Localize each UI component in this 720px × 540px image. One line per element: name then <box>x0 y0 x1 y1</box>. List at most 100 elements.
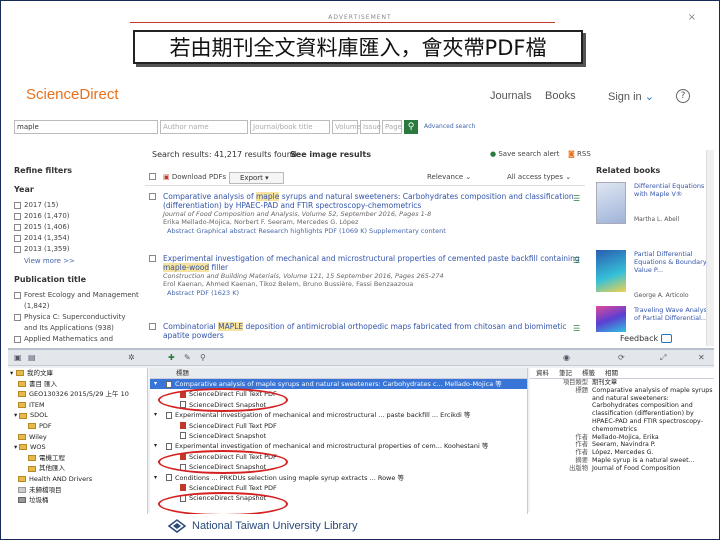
access-dropdown[interactable]: All access types ⌄ <box>507 173 571 181</box>
tree-item[interactable]: Wiley <box>8 432 147 443</box>
field-value[interactable]: 期刊文章 <box>592 379 714 387</box>
fullscreen-icon[interactable]: ⤢ <box>660 353 666 363</box>
checkbox[interactable] <box>149 255 156 262</box>
tree-item[interactable]: Health AND Drivers <box>8 474 147 485</box>
close-icon[interactable]: × <box>688 12 696 23</box>
field-value[interactable]: Mellado-Mojica, Erika <box>592 434 714 442</box>
feedback-button[interactable]: Feedback <box>620 334 673 343</box>
field-value[interactable]: Journal of Food Composition <box>592 465 714 473</box>
item-row[interactable]: ▾ Conditions ... PRKDUs selection using m… <box>150 473 527 483</box>
result-links[interactable]: Abstract Graphical abstract Research hig… <box>145 226 585 236</box>
year-filter[interactable]: 2017 (15) <box>14 200 139 211</box>
year-filter[interactable]: 2016 (1,470) <box>14 211 139 222</box>
tab-tags[interactable]: 標籤 <box>582 368 595 378</box>
folder-icon[interactable]: ▤ <box>28 353 36 362</box>
book-item[interactable]: Differential Equations with Maple V® Mar… <box>596 182 714 240</box>
view-more-link[interactable]: View more >> <box>24 257 139 265</box>
year-filter[interactable]: 2015 (1,406) <box>14 222 139 233</box>
book-item[interactable]: Partial Differential Equations & Boundar… <box>596 250 714 308</box>
tree-item[interactable]: 書目 匯入 <box>8 379 147 390</box>
sync-icon[interactable]: ⟳ <box>618 353 625 362</box>
author-input[interactable]: Author name <box>160 120 248 134</box>
help-icon[interactable]: ? <box>676 89 690 103</box>
result-title[interactable]: Combinatorial MAPLE deposition of antimi… <box>145 322 585 340</box>
checkbox[interactable] <box>14 202 21 209</box>
checkbox[interactable] <box>14 213 21 220</box>
expand-icon[interactable]: ▾ <box>154 410 157 420</box>
image-results-link[interactable]: See image results <box>290 150 371 159</box>
checkbox[interactable] <box>14 336 21 343</box>
tree-item[interactable]: ITEM <box>8 400 147 411</box>
field-value[interactable]: López, Mercedes G. <box>592 449 714 457</box>
field-value[interactable]: Comparative analysis of maple syrups and… <box>592 387 714 434</box>
checkbox[interactable] <box>14 224 21 231</box>
tree-item[interactable]: ▾ SDOL <box>8 410 147 421</box>
related-icon[interactable]: ☰ <box>573 256 580 265</box>
field-value[interactable]: Seeram, Navindra P. <box>592 441 714 449</box>
close-icon[interactable]: ✕ <box>698 353 705 362</box>
related-icon[interactable]: ☰ <box>573 194 580 203</box>
tree-item[interactable]: 未歸檔項目 <box>8 485 147 496</box>
new-collection-icon[interactable]: ▣ <box>14 353 22 362</box>
article-icon <box>166 442 172 450</box>
checkbox[interactable] <box>14 235 21 242</box>
advanced-search-link[interactable]: Advanced search <box>424 123 475 130</box>
expand-icon[interactable]: ▾ <box>154 379 157 389</box>
journal-input[interactable]: Journal/book title <box>250 120 330 134</box>
year-filter[interactable]: 2014 (1,354) <box>14 233 139 244</box>
pub-filter[interactable]: Forest Ecology and Management (1,842) <box>14 290 139 312</box>
export-button[interactable]: Export ▾ <box>229 172 284 184</box>
detail-field: 作者 López, Mercedes G. <box>530 449 714 457</box>
attach-icon[interactable]: ⚲ <box>200 353 206 362</box>
result-title[interactable]: Comparative analysis of maple syrups and… <box>145 192 585 210</box>
result-title[interactable]: Experimental investigation of mechanical… <box>145 254 585 272</box>
keyword-input[interactable]: maple <box>14 120 158 134</box>
tree-item[interactable]: 其他匯入 <box>8 463 147 474</box>
nav-journals[interactable]: Journals <box>490 90 532 102</box>
page-scrollbar[interactable] <box>706 150 714 346</box>
checkbox[interactable] <box>149 323 156 330</box>
pub-filter[interactable]: Physica C: Superconductivity and Its App… <box>14 312 139 334</box>
list-header[interactable]: 標題 <box>150 368 527 379</box>
gear-icon[interactable]: ✲ <box>128 353 135 362</box>
pages-input[interactable]: Page <box>382 120 402 134</box>
nav-sign-in[interactable]: Sign in ⌄ <box>608 90 654 103</box>
select-all-checkbox[interactable] <box>149 173 159 182</box>
checkbox[interactable] <box>14 292 21 299</box>
rss-link[interactable]: ◙ RSS <box>568 150 591 158</box>
checkbox[interactable] <box>14 246 21 253</box>
volume-input[interactable]: Volume <box>332 120 361 134</box>
sort-dropdown[interactable]: Relevance ⌄ <box>427 173 471 181</box>
collection-tree: ▾ 我的文庫 書目 匯入 GEO130326 2015/5/29 上午 10 IT… <box>8 368 148 514</box>
nav-books[interactable]: Books <box>545 90 576 102</box>
expand-icon[interactable]: ▾ <box>154 473 157 483</box>
new-item-icon[interactable]: ✚ <box>168 353 175 362</box>
pub-filter[interactable]: Applied Mathematics and <box>14 334 139 345</box>
year-filter[interactable]: 2013 (1,359) <box>14 244 139 255</box>
issue-input[interactable]: Issue <box>360 120 381 134</box>
attachment-row[interactable]: ScienceDirect Snapshot <box>150 431 527 441</box>
tab-notes[interactable]: 筆記 <box>559 368 572 378</box>
related-icon[interactable]: ☰ <box>573 324 580 333</box>
tree-item[interactable]: GEO130326 2015/5/29 上午 10 <box>8 389 147 400</box>
search-button[interactable]: ⚲ <box>404 120 418 134</box>
site-logo[interactable]: ScienceDirect <box>26 86 119 103</box>
tab-info[interactable]: 資料 <box>536 368 549 378</box>
field-value[interactable]: Maple syrup is a natural sweet... <box>592 457 714 465</box>
save-alert-link[interactable]: ● Save search alert <box>490 150 559 158</box>
add-note-icon[interactable]: ✎ <box>184 353 191 362</box>
tree-item[interactable]: ▾ WOS <box>8 442 147 453</box>
locate-icon[interactable]: ◉ <box>563 353 570 362</box>
item-row[interactable]: ▾ Experimental investigation of mechanica… <box>150 410 527 420</box>
checkbox[interactable] <box>14 314 21 321</box>
result-links[interactable]: Abstract PDF (1623 K) <box>145 288 585 298</box>
tab-related[interactable]: 相關 <box>605 368 618 378</box>
tree-item[interactable]: PDF <box>8 421 147 432</box>
checkbox[interactable] <box>149 193 156 200</box>
attachment-row[interactable]: ScienceDirect Full Text PDF <box>150 421 527 431</box>
expand-icon[interactable]: ▾ <box>154 441 157 451</box>
tree-item[interactable]: 電機工程 <box>8 453 147 464</box>
tree-item[interactable]: 垃圾桶 <box>8 495 147 506</box>
tree-item[interactable]: ▾ 我的文庫 <box>8 368 147 379</box>
download-pdfs-button[interactable]: ▣ Download PDFs <box>163 173 226 181</box>
